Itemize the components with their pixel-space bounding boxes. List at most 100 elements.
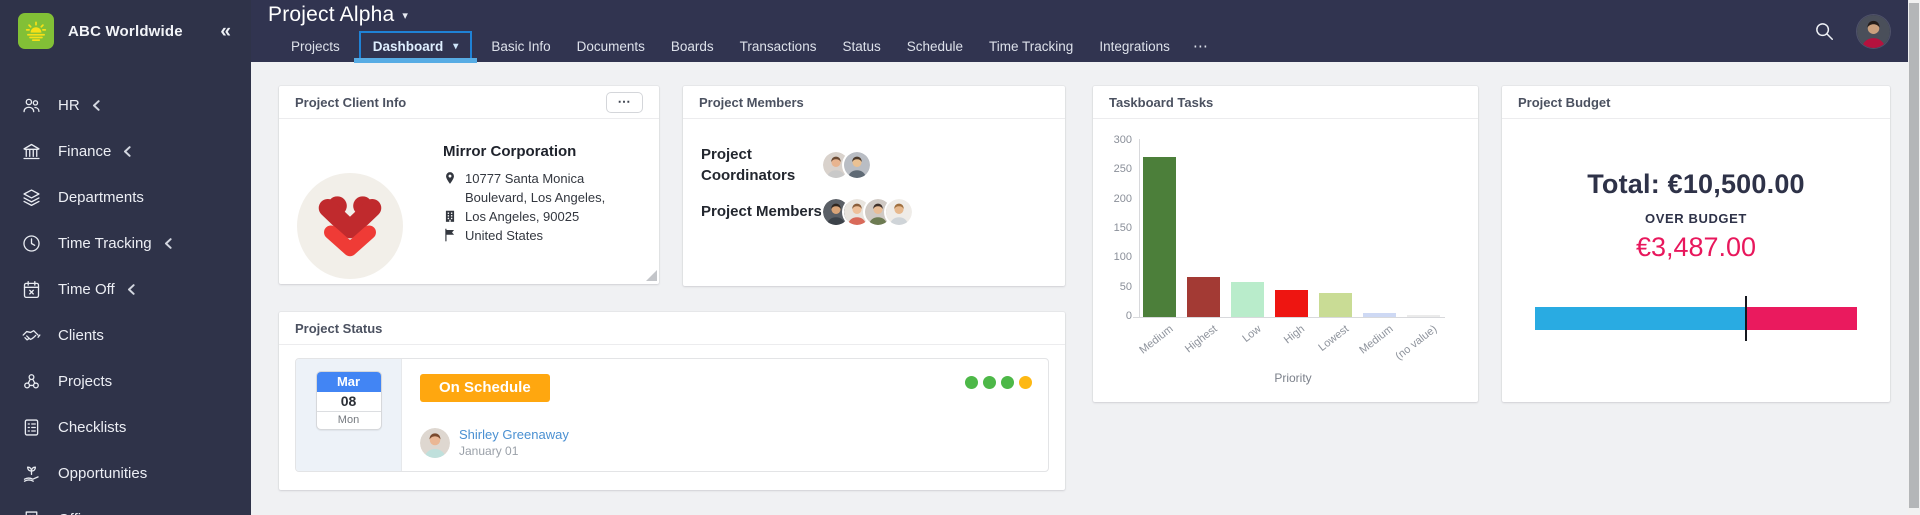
bar-lowest[interactable] bbox=[1319, 293, 1352, 317]
tab-integrations[interactable]: Integrations bbox=[1086, 30, 1183, 62]
bar-medium[interactable] bbox=[1363, 313, 1396, 317]
tab-schedule[interactable]: Schedule bbox=[894, 30, 976, 62]
member-avatar[interactable] bbox=[886, 199, 912, 225]
more-options-button[interactable]: ⋯ bbox=[606, 92, 643, 113]
sidebar-item-clients[interactable]: Clients bbox=[0, 312, 251, 358]
status-entry-row[interactable]: Mar 08 Mon On Schedule Shirley Greenaway… bbox=[295, 358, 1049, 472]
sidebar-item-projects[interactable]: Projects bbox=[0, 358, 251, 404]
calendar-x-icon bbox=[20, 278, 42, 300]
chevron-left-icon bbox=[164, 238, 172, 249]
bar-no-value[interactable] bbox=[1407, 315, 1440, 317]
member-group-label: Project Coordinators bbox=[701, 144, 823, 186]
y-tick-label: 50 bbox=[1098, 281, 1132, 293]
status-dot-green bbox=[1001, 376, 1014, 389]
tab-time-tracking[interactable]: Time Tracking bbox=[976, 30, 1086, 62]
org-name: ABC Worldwide bbox=[68, 23, 183, 40]
bar-medium[interactable] bbox=[1143, 157, 1176, 317]
card-title: Taskboard Tasks bbox=[1109, 95, 1213, 110]
handshake-icon bbox=[20, 324, 42, 346]
client-info-block: Mirror Corporation 10777 Santa Monica Bo… bbox=[443, 143, 605, 245]
card-project-client-info: Project Client Info ⋯ Mirror Corporation bbox=[279, 86, 659, 284]
bar-series bbox=[1143, 141, 1443, 317]
y-axis-line bbox=[1139, 139, 1140, 317]
bar-highest[interactable] bbox=[1187, 277, 1220, 317]
sidebar-item-departments[interactable]: Departments bbox=[0, 174, 251, 220]
tabs-overflow-icon[interactable]: ⋯ bbox=[1183, 30, 1219, 62]
sidebar-item-time-tracking[interactable]: Time Tracking bbox=[0, 220, 251, 266]
sidebar-item-offices[interactable]: Offices bbox=[0, 496, 251, 515]
tab-bar: Projects Dashboard▾Basic InfoDocuments Boa… bbox=[278, 30, 1758, 62]
card-header: Project Status bbox=[279, 312, 1065, 345]
tab-dropdown-caret-icon[interactable]: ▾ bbox=[453, 41, 458, 52]
user-avatar[interactable] bbox=[1857, 15, 1890, 48]
chevron-left-icon bbox=[127, 284, 135, 295]
card-project-members: Project Members Project CoordinatorsProj… bbox=[683, 86, 1065, 286]
tab-boards[interactable]: Boards bbox=[658, 30, 727, 62]
card-taskboard-tasks: Taskboard Tasks MediumHighestLowHighLowe… bbox=[1093, 86, 1478, 402]
tab-label: Boards bbox=[671, 39, 714, 54]
tab-label: Schedule bbox=[907, 39, 963, 54]
author-avatar[interactable] bbox=[420, 428, 450, 458]
members-body: Project CoordinatorsProject Members bbox=[683, 119, 1065, 235]
sidebar-item-checklists[interactable]: Checklists bbox=[0, 404, 251, 450]
client-city: Los Angeles, 90025 bbox=[443, 207, 605, 226]
bar-high[interactable] bbox=[1275, 290, 1308, 317]
card-title: Project Client Info bbox=[295, 95, 406, 110]
flag-icon bbox=[443, 228, 458, 243]
resize-handle[interactable] bbox=[646, 270, 657, 281]
client-country: United States bbox=[443, 226, 605, 245]
x-tick: (no value) bbox=[1407, 319, 1440, 363]
card-project-status: Project Status Mar 08 Mon On Schedule bbox=[279, 312, 1065, 490]
author-name-link[interactable]: Shirley Greenaway bbox=[459, 427, 569, 442]
calendar-weekday: Mon bbox=[317, 412, 381, 429]
sidebar-item-finance[interactable]: Finance bbox=[0, 128, 251, 174]
x-tick: Lowest bbox=[1319, 319, 1352, 363]
sidebar-item-label: Finance bbox=[58, 143, 111, 160]
budget-bar bbox=[1535, 307, 1857, 330]
sidebar-item-time-off[interactable]: Time Off bbox=[0, 266, 251, 312]
sidebar-item-label: Time Tracking bbox=[58, 235, 152, 252]
org-header: ABC Worldwide « bbox=[0, 0, 251, 62]
clock-icon bbox=[20, 232, 42, 254]
title-dropdown-caret-icon[interactable]: ▾ bbox=[402, 9, 408, 22]
card-title: Project Status bbox=[295, 321, 382, 336]
tab-transactions[interactable]: Transactions bbox=[727, 30, 830, 62]
member-group-row: Project Coordinators bbox=[701, 141, 1049, 188]
status-dot-green bbox=[983, 376, 996, 389]
sidebar-item-label: Checklists bbox=[58, 419, 126, 436]
page-title-row[interactable]: Project Alpha ▾ bbox=[268, 3, 408, 27]
location-pin-icon bbox=[443, 171, 458, 186]
tab-projects[interactable]: Projects bbox=[278, 30, 353, 62]
sidebar-item-label: Opportunities bbox=[58, 465, 147, 482]
scrollbar-thumb[interactable] bbox=[1909, 3, 1919, 508]
tab-label: ⋯ bbox=[1193, 37, 1209, 55]
layers-icon bbox=[20, 186, 42, 208]
y-tick-label: 300 bbox=[1098, 134, 1132, 146]
mini-calendar: Mar 08 Mon bbox=[316, 371, 382, 430]
status-author-row: Shirley Greenaway January 01 bbox=[420, 427, 569, 458]
budget-over-label: OVER BUDGET bbox=[1502, 211, 1890, 226]
sidebar-item-label: HR bbox=[58, 97, 80, 114]
tab-documents[interactable]: Documents bbox=[564, 30, 658, 62]
sidebar-item-opportunities[interactable]: Opportunities bbox=[0, 450, 251, 496]
y-tick-label: 200 bbox=[1098, 193, 1132, 205]
member-group-row: Project Members bbox=[701, 188, 1049, 235]
card-title: Project Members bbox=[699, 95, 804, 110]
budget-body: Total: €10,500.00 OVER BUDGET €3,487.00 bbox=[1502, 169, 1890, 330]
tab-status[interactable]: Status bbox=[829, 30, 893, 62]
search-icon[interactable] bbox=[1813, 20, 1835, 42]
tab-label: Projects bbox=[291, 39, 340, 54]
member-avatar[interactable] bbox=[844, 152, 870, 178]
client-body: Mirror Corporation 10777 Santa Monica Bo… bbox=[279, 119, 659, 283]
card-title: Project Budget bbox=[1518, 95, 1610, 110]
tab-basic-info[interactable]: Basic Info bbox=[478, 30, 563, 62]
card-project-budget: Project Budget Total: €10,500.00 OVER BU… bbox=[1502, 86, 1890, 402]
author-date: January 01 bbox=[459, 444, 569, 458]
sidebar-collapse-icon[interactable]: « bbox=[220, 22, 231, 41]
tab-label: Transactions bbox=[740, 39, 817, 54]
bar-low[interactable] bbox=[1231, 282, 1264, 317]
status-date-column: Mar 08 Mon bbox=[296, 359, 402, 471]
sidebar-item-hr[interactable]: HR bbox=[0, 82, 251, 128]
status-main: On Schedule Shirley Greenaway January 01 bbox=[402, 359, 1048, 471]
tab-dashboard[interactable]: Dashboard▾ bbox=[359, 31, 473, 61]
